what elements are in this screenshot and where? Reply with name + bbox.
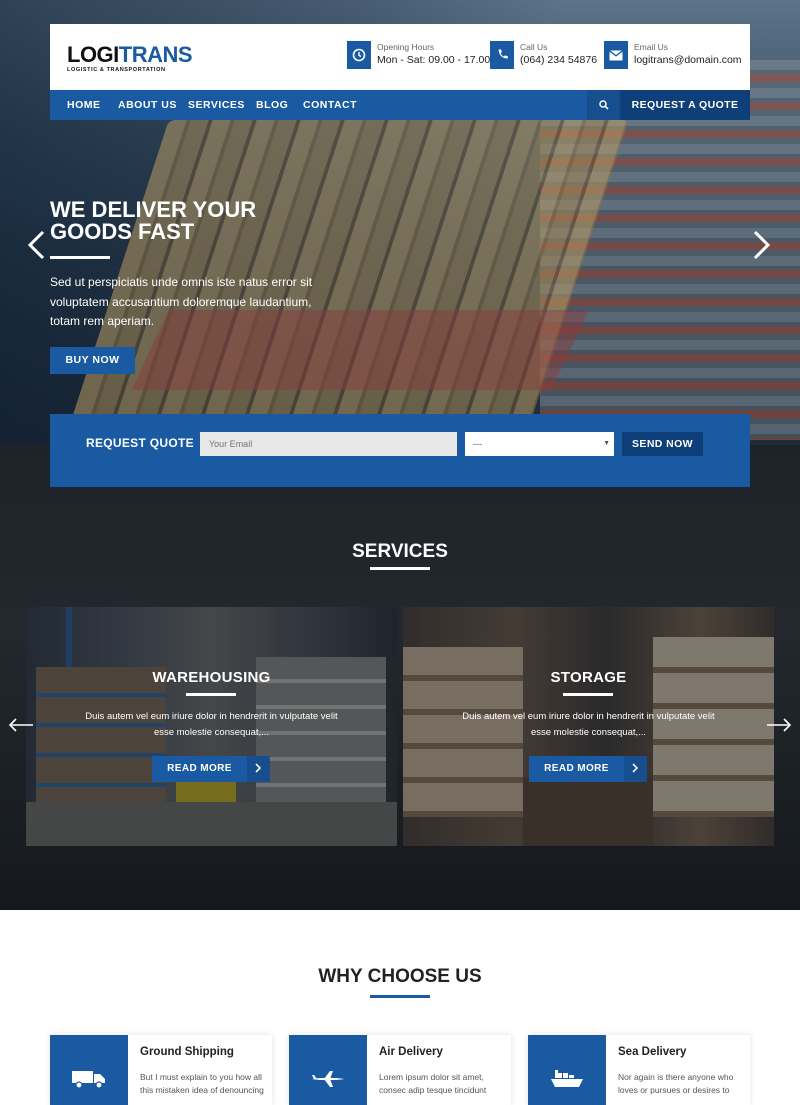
arrow-right-icon bbox=[767, 718, 792, 732]
logo-tagline: LOGISTIC & TRANSPORTATION bbox=[67, 67, 166, 73]
services-section: SERVICES WAREHOUSING Duis autem vel eum … bbox=[0, 445, 800, 910]
arrow-left-icon bbox=[8, 718, 33, 732]
feature-icon-box bbox=[528, 1035, 606, 1105]
chevron-right-icon bbox=[247, 756, 270, 782]
hero-text: Sed ut perspiciatis unde omnis iste natu… bbox=[50, 275, 313, 328]
hero-title: WE DELIVER YOUR GOODS FAST bbox=[50, 199, 350, 243]
phone-icon bbox=[490, 41, 514, 69]
feature-icon-box bbox=[50, 1035, 128, 1105]
airplane-icon bbox=[312, 1071, 344, 1087]
services-next-button[interactable] bbox=[766, 718, 792, 737]
search-button[interactable] bbox=[587, 90, 620, 120]
logo-text-part1: LOGI bbox=[67, 42, 119, 67]
service-card-warehousing[interactable]: WAREHOUSING Duis autem vel eum iriure do… bbox=[26, 607, 397, 846]
email-us-info: Email Us logitrans@domain.com bbox=[604, 41, 744, 69]
request-quote-form: REQUEST QUOTE --- ▼ SEND NOW bbox=[50, 414, 750, 487]
service-card-storage[interactable]: STORAGE Duis autem vel eum iriure dolor … bbox=[403, 607, 774, 846]
hero-title-underline bbox=[50, 256, 110, 259]
logo[interactable]: LOGITRANS LOGISTIC & TRANSPORTATION bbox=[67, 42, 193, 74]
slider-next-button[interactable] bbox=[752, 230, 772, 266]
send-now-button[interactable]: SEND NOW bbox=[622, 432, 703, 456]
call-us-label: Call Us bbox=[520, 42, 548, 52]
call-us-value[interactable]: (064) 234 54876 bbox=[520, 54, 597, 66]
request-quote-label: REQUEST QUOTE bbox=[86, 436, 194, 450]
opening-hours-label: Opening Hours bbox=[377, 42, 435, 52]
chevron-right-icon bbox=[753, 230, 771, 260]
read-more-button[interactable]: READ MORE bbox=[529, 756, 647, 782]
services-title: SERVICES bbox=[352, 541, 448, 562]
service-card-underline bbox=[186, 693, 236, 696]
ship-icon bbox=[551, 1070, 583, 1087]
call-us-info: Call Us (064) 234 54876 bbox=[490, 41, 600, 69]
service-card-text: Duis autem vel eum iriure dolor in hendr… bbox=[462, 711, 715, 738]
chevron-right-icon bbox=[624, 756, 647, 782]
nav-item-contact[interactable]: CONTACT bbox=[303, 90, 357, 120]
slider-prev-button[interactable] bbox=[26, 230, 46, 266]
read-more-label: READ MORE bbox=[152, 756, 247, 782]
feature-text: But I must explain to you how all this m… bbox=[140, 1072, 264, 1095]
read-more-label: READ MORE bbox=[529, 756, 624, 782]
feature-title: Sea Delivery bbox=[618, 1046, 687, 1058]
truck-icon bbox=[72, 1071, 105, 1089]
main-nav: HOME ABOUT US SERVICES BLOG CONTACT REQU… bbox=[50, 90, 750, 120]
feature-ground-shipping: Ground Shipping But I must explain to yo… bbox=[50, 1035, 272, 1105]
nav-item-about[interactable]: ABOUT US bbox=[118, 90, 177, 120]
why-choose-us-title: WHY CHOOSE US bbox=[318, 966, 482, 987]
service-card-underline bbox=[563, 693, 613, 696]
clock-icon bbox=[347, 41, 371, 69]
service-select[interactable]: --- ▼ bbox=[465, 432, 614, 456]
why-choose-us-underline bbox=[370, 995, 430, 998]
feature-title: Ground Shipping bbox=[140, 1046, 234, 1058]
email-input[interactable] bbox=[200, 432, 457, 456]
hero-title-line1: WE DELIVER YOUR bbox=[50, 197, 257, 222]
feature-air-delivery: Air Delivery Lorem ipsum dolor sit amet,… bbox=[289, 1035, 511, 1105]
buy-now-button[interactable]: BUY NOW bbox=[50, 347, 135, 374]
services-title-underline bbox=[370, 567, 430, 570]
site-header: LOGITRANS LOGISTIC & TRANSPORTATION Open… bbox=[50, 24, 750, 90]
service-select-value: --- bbox=[473, 439, 482, 449]
feature-text: Lorem ipsum dolor sit amet, consec adip … bbox=[379, 1072, 487, 1095]
services-prev-button[interactable] bbox=[8, 718, 34, 737]
feature-icon-box bbox=[289, 1035, 367, 1105]
service-card-text: Duis autem vel eum iriure dolor in hendr… bbox=[85, 711, 338, 738]
logo-text-part2: TRANS bbox=[118, 42, 193, 67]
feature-text: Nor again is there anyone who loves or p… bbox=[618, 1072, 734, 1095]
email-us-label: Email Us bbox=[634, 42, 669, 52]
nav-item-home[interactable]: HOME bbox=[67, 90, 101, 120]
feature-title: Air Delivery bbox=[379, 1046, 443, 1058]
service-card-title: WAREHOUSING bbox=[152, 669, 271, 686]
email-us-value[interactable]: logitrans@domain.com bbox=[634, 54, 742, 66]
search-icon bbox=[598, 100, 609, 110]
hero-title-line2: GOODS FAST bbox=[50, 219, 195, 244]
caret-down-icon: ▼ bbox=[603, 440, 610, 447]
chevron-left-icon bbox=[27, 230, 45, 260]
opening-hours-value: Mon - Sat: 09.00 - 17.00 bbox=[377, 54, 491, 66]
nav-item-services[interactable]: SERVICES bbox=[188, 90, 245, 120]
nav-item-blog[interactable]: BLOG bbox=[256, 90, 288, 120]
request-quote-button[interactable]: REQUEST A QUOTE bbox=[620, 90, 750, 120]
opening-hours-info: Opening Hours Mon - Sat: 09.00 - 17.00 bbox=[347, 41, 491, 69]
mail-icon bbox=[604, 41, 628, 69]
feature-sea-delivery: Sea Delivery Nor again is there anyone w… bbox=[528, 1035, 750, 1105]
read-more-button[interactable]: READ MORE bbox=[152, 756, 270, 782]
service-card-title: STORAGE bbox=[550, 669, 627, 686]
